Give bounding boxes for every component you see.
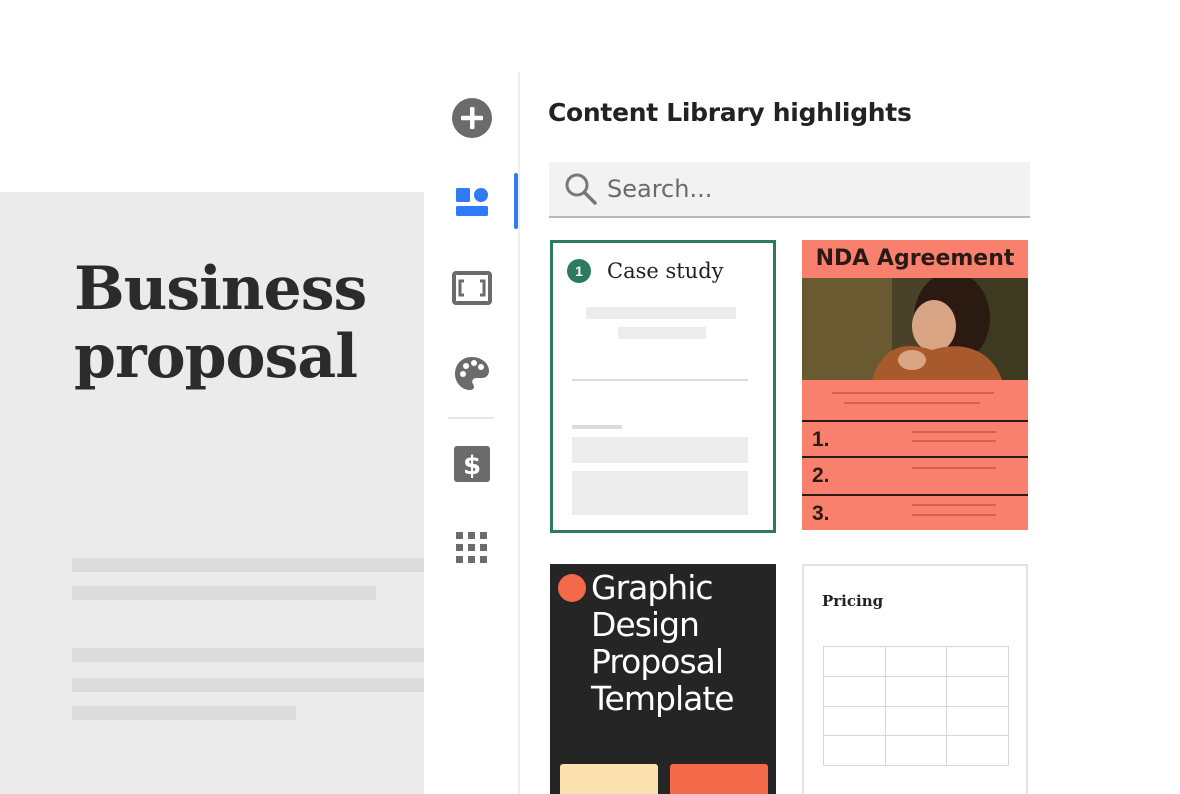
block-placeholder — [572, 471, 748, 515]
media-frame-icon — [452, 271, 492, 305]
nda-item-number: 3. — [812, 502, 830, 525]
rail-active-indicator — [514, 173, 518, 229]
portrait-photo — [802, 278, 1028, 380]
row-divider — [802, 456, 1028, 458]
nda-title: NDA Agreement — [815, 246, 1015, 271]
palette-icon — [455, 357, 489, 390]
text-placeholder — [912, 504, 996, 506]
graphic-design-proposal-card[interactable]: Graphic Design Proposal Template — [550, 564, 776, 794]
document-text-placeholder — [72, 586, 376, 600]
row-divider — [802, 420, 1028, 422]
panel-title: Content Library highlights — [548, 98, 912, 127]
text-placeholder — [912, 514, 996, 516]
document-title-line2: proposal — [74, 322, 358, 392]
pricing-card[interactable]: Pricing — [802, 564, 1028, 794]
nda-agreement-card[interactable]: NDA Agreement 1. 2. 3. — [802, 240, 1028, 530]
search-icon — [565, 173, 597, 205]
nda-item-number: 1. — [812, 428, 830, 451]
search-box[interactable] — [549, 162, 1030, 218]
text-placeholder — [912, 467, 996, 469]
document-title-line1: Business — [74, 254, 367, 324]
color-block — [670, 764, 768, 794]
text-placeholder — [912, 431, 996, 433]
rail-media-button[interactable] — [446, 262, 498, 314]
rail-design-button[interactable] — [446, 348, 498, 400]
accent-dot — [558, 574, 586, 602]
document-text-placeholder — [72, 558, 424, 572]
pricing-table — [823, 646, 1009, 766]
text-placeholder — [832, 392, 994, 394]
svg-text:$: $ — [463, 451, 481, 481]
document-title: Business proposal — [74, 254, 367, 392]
text-placeholder — [618, 327, 706, 339]
search-input[interactable] — [607, 175, 1007, 203]
rail-content-button[interactable] — [446, 176, 498, 228]
content-library-panel: $ Content Library highlights 1 Case stud… — [424, 72, 1060, 794]
selection-badge: 1 — [567, 259, 591, 283]
content-blocks-icon — [456, 188, 488, 216]
rail-pricing-button[interactable]: $ — [446, 438, 498, 490]
sidebar-rail: $ — [424, 72, 520, 794]
divider-placeholder — [572, 379, 748, 381]
text-placeholder — [572, 425, 622, 429]
document-text-placeholder — [72, 648, 424, 662]
case-study-title: Case study — [607, 259, 724, 283]
rail-divider — [448, 417, 494, 419]
color-block — [560, 764, 658, 794]
text-placeholder — [912, 440, 996, 442]
rail-apps-button[interactable] — [446, 522, 498, 574]
graphic-design-title: Graphic Design Proposal Template — [591, 568, 735, 718]
apps-grid-icon — [456, 532, 487, 563]
row-divider — [802, 494, 1028, 496]
rail-add-button[interactable] — [446, 92, 498, 144]
document-text-placeholder — [72, 706, 296, 720]
pricing-title: Pricing — [822, 592, 884, 610]
case-study-card[interactable]: 1 Case study — [550, 240, 776, 533]
block-placeholder — [572, 437, 748, 463]
dollar-icon: $ — [454, 446, 490, 482]
nda-item-number: 2. — [812, 464, 830, 487]
text-placeholder — [844, 402, 980, 404]
text-placeholder — [586, 307, 736, 319]
add-icon — [452, 98, 492, 138]
document-text-placeholder — [72, 678, 424, 692]
